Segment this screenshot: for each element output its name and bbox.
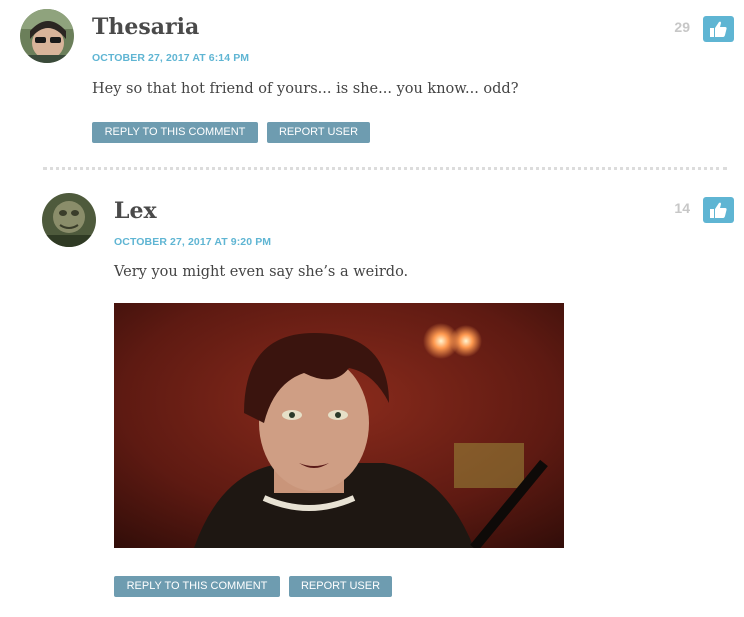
like-button[interactable]: [703, 197, 734, 223]
author-name[interactable]: Lex: [114, 198, 157, 224]
reply-button[interactable]: REPLY TO THIS COMMENT: [114, 576, 280, 597]
comment-date[interactable]: OCTOBER 27, 2017 AT 9:20 PM: [114, 236, 271, 248]
report-user-button[interactable]: REPORT USER: [289, 576, 392, 597]
like-count: 14: [674, 200, 690, 216]
comment-image: [114, 303, 564, 548]
comment-lex: Lex OCTOBER 27, 2017 AT 9:20 PM Very you…: [0, 0, 744, 617]
thumbs-up-icon: [710, 202, 727, 218]
comment-text: Very you might even say she’s a weirdo.: [114, 264, 409, 280]
avatar[interactable]: [42, 193, 96, 247]
